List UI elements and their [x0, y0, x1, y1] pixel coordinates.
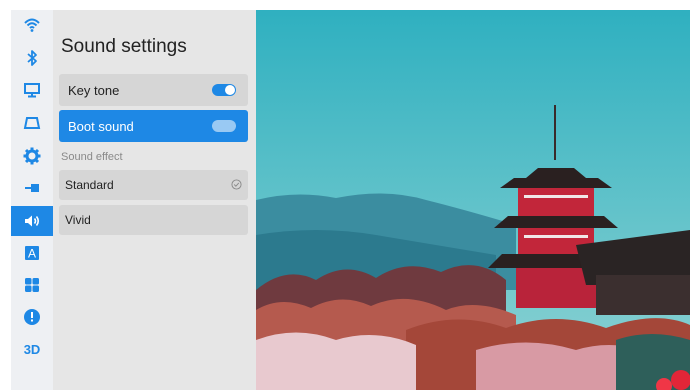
- rail-item-language[interactable]: A: [11, 238, 53, 268]
- 3d-icon: 3D: [23, 341, 41, 357]
- rail-item-sound[interactable]: [11, 206, 53, 236]
- info-icon: [24, 309, 40, 325]
- rail-item-projection[interactable]: [11, 108, 53, 138]
- rail-item-apps[interactable]: [11, 270, 53, 300]
- rail-item-wifi[interactable]: [11, 10, 53, 40]
- gear-icon: [23, 147, 41, 165]
- option-label: Vivid: [65, 213, 91, 227]
- key-tone-label: Key tone: [68, 82, 120, 98]
- key-tone-row[interactable]: Key tone: [59, 74, 248, 106]
- boot-sound-row[interactable]: Boot sound: [59, 110, 248, 142]
- boot-sound-toggle[interactable]: [212, 120, 236, 132]
- rail-item-display[interactable]: [11, 75, 53, 105]
- key-tone-toggle[interactable]: [212, 84, 236, 96]
- rail-item-3d[interactable]: 3D: [11, 334, 53, 364]
- pagoda-landscape-image: [256, 10, 690, 390]
- input-source-icon: [25, 184, 39, 192]
- toggle-knob: [225, 121, 235, 131]
- panel-title: Sound settings: [61, 36, 187, 57]
- rail-item-info[interactable]: [11, 302, 53, 332]
- toggle-knob: [225, 85, 235, 95]
- wifi-icon: [24, 18, 40, 32]
- wallpaper-image: [256, 10, 690, 390]
- sound-effect-label: Sound effect: [61, 151, 123, 163]
- language-icon: A: [25, 246, 39, 261]
- sound-icon: [25, 215, 40, 227]
- option-label: Standard: [65, 178, 114, 192]
- projection-icon: [23, 117, 41, 129]
- sound-effect-option-standard[interactable]: Standard: [59, 170, 248, 200]
- display-icon: [24, 83, 40, 98]
- settings-icon-rail: A 3D: [11, 10, 53, 390]
- sound-settings-panel: Sound settings Key tone Boot sound Sound…: [53, 10, 256, 390]
- bluetooth-icon: [27, 50, 37, 66]
- sound-effect-option-vivid[interactable]: Vivid: [59, 205, 248, 235]
- boot-sound-label: Boot sound: [68, 118, 134, 134]
- rail-item-bluetooth[interactable]: [11, 43, 53, 73]
- settings-screen: A 3D Sound settings Key tone Boot sound …: [0, 0, 690, 390]
- language-icon-letter: A: [28, 247, 36, 261]
- rail-item-general[interactable]: [11, 141, 53, 171]
- apps-icon: [25, 278, 39, 292]
- rail-item-input-source[interactable]: [11, 173, 53, 203]
- check-circle-icon: [231, 179, 242, 190]
